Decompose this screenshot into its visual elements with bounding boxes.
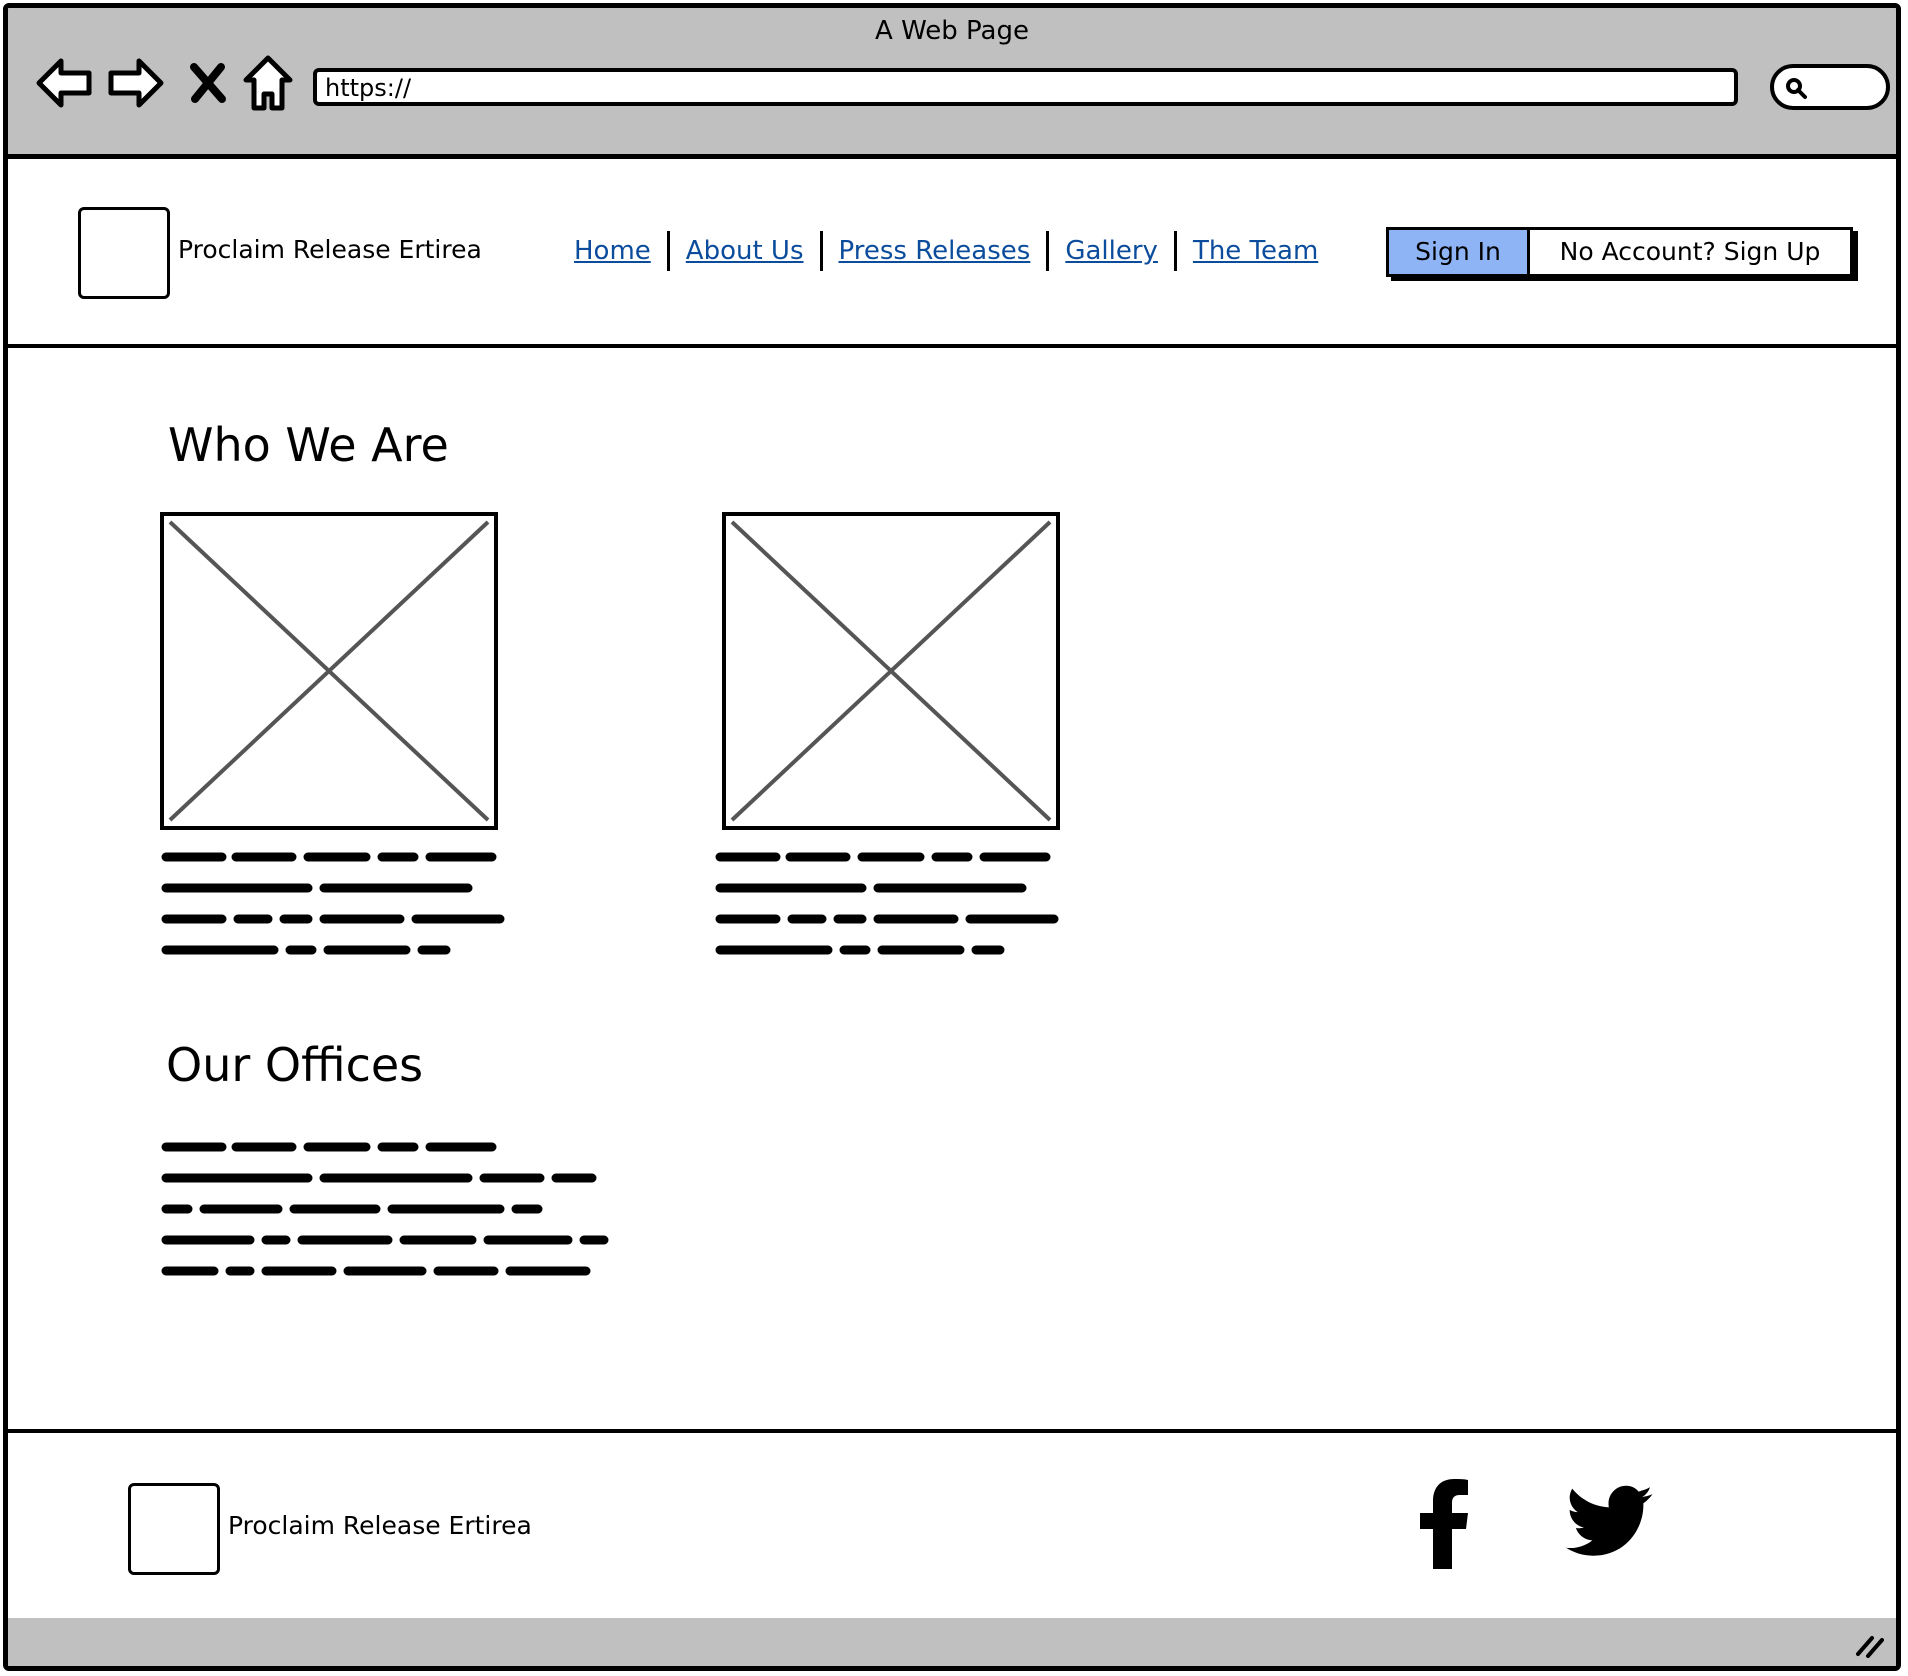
image-placeholder bbox=[160, 512, 498, 830]
facebook-link[interactable] bbox=[1416, 1477, 1472, 1573]
footer-logo-placeholder[interactable] bbox=[128, 1483, 220, 1575]
brand-name: Proclaim Release Ertirea bbox=[178, 235, 482, 264]
site-header: Proclaim Release Ertirea Home About Us P… bbox=[8, 159, 1896, 348]
placeholder-text-block bbox=[715, 852, 1059, 955]
twitter-link[interactable] bbox=[1566, 1485, 1654, 1563]
footer-brand-name: Proclaim Release Ertirea bbox=[228, 1511, 532, 1540]
nav-link-about-us[interactable]: About Us bbox=[670, 236, 820, 266]
browser-window: A Web Page https:// Proclaim Release Ert… bbox=[3, 3, 1901, 1671]
resize-grip-icon[interactable] bbox=[1852, 1630, 1886, 1658]
who-we-are-heading: Who We Are bbox=[168, 418, 449, 472]
placeholder-text-block bbox=[161, 1142, 609, 1276]
site-footer: Proclaim Release Ertirea bbox=[8, 1429, 1896, 1630]
our-offices-heading: Our Offices bbox=[166, 1038, 424, 1092]
nav-link-press-releases[interactable]: Press Releases bbox=[823, 236, 1047, 266]
facebook-icon bbox=[1420, 1479, 1468, 1569]
main-nav: Home About Us Press Releases Gallery The… bbox=[558, 231, 1334, 271]
nav-link-gallery[interactable]: Gallery bbox=[1049, 236, 1174, 266]
twitter-icon bbox=[1566, 1485, 1653, 1556]
sign-up-button[interactable]: No Account? Sign Up bbox=[1530, 230, 1850, 274]
search-icon bbox=[1786, 78, 1807, 99]
home-button[interactable] bbox=[238, 53, 298, 113]
stop-button[interactable] bbox=[178, 53, 238, 113]
forward-arrow-icon bbox=[108, 58, 164, 108]
url-input[interactable]: https:// bbox=[313, 68, 1738, 106]
auth-button-group: Sign In No Account? Sign Up bbox=[1386, 227, 1853, 277]
nav-link-home[interactable]: Home bbox=[558, 236, 667, 266]
logo-placeholder[interactable] bbox=[78, 207, 170, 299]
back-arrow-icon bbox=[36, 58, 92, 108]
browser-toolbar: A Web Page https:// bbox=[8, 8, 1896, 159]
placeholder-text-block bbox=[161, 852, 505, 955]
window-title: A Web Page bbox=[875, 16, 1029, 46]
browser-search-box[interactable] bbox=[1770, 64, 1890, 110]
home-icon bbox=[243, 55, 293, 111]
sign-in-button[interactable]: Sign In bbox=[1389, 230, 1530, 274]
status-bar bbox=[8, 1618, 1896, 1666]
forward-button[interactable] bbox=[106, 53, 166, 113]
nav-link-the-team[interactable]: The Team bbox=[1177, 236, 1334, 266]
image-placeholder bbox=[722, 512, 1060, 830]
back-button[interactable] bbox=[34, 53, 94, 113]
stop-icon bbox=[190, 63, 226, 103]
